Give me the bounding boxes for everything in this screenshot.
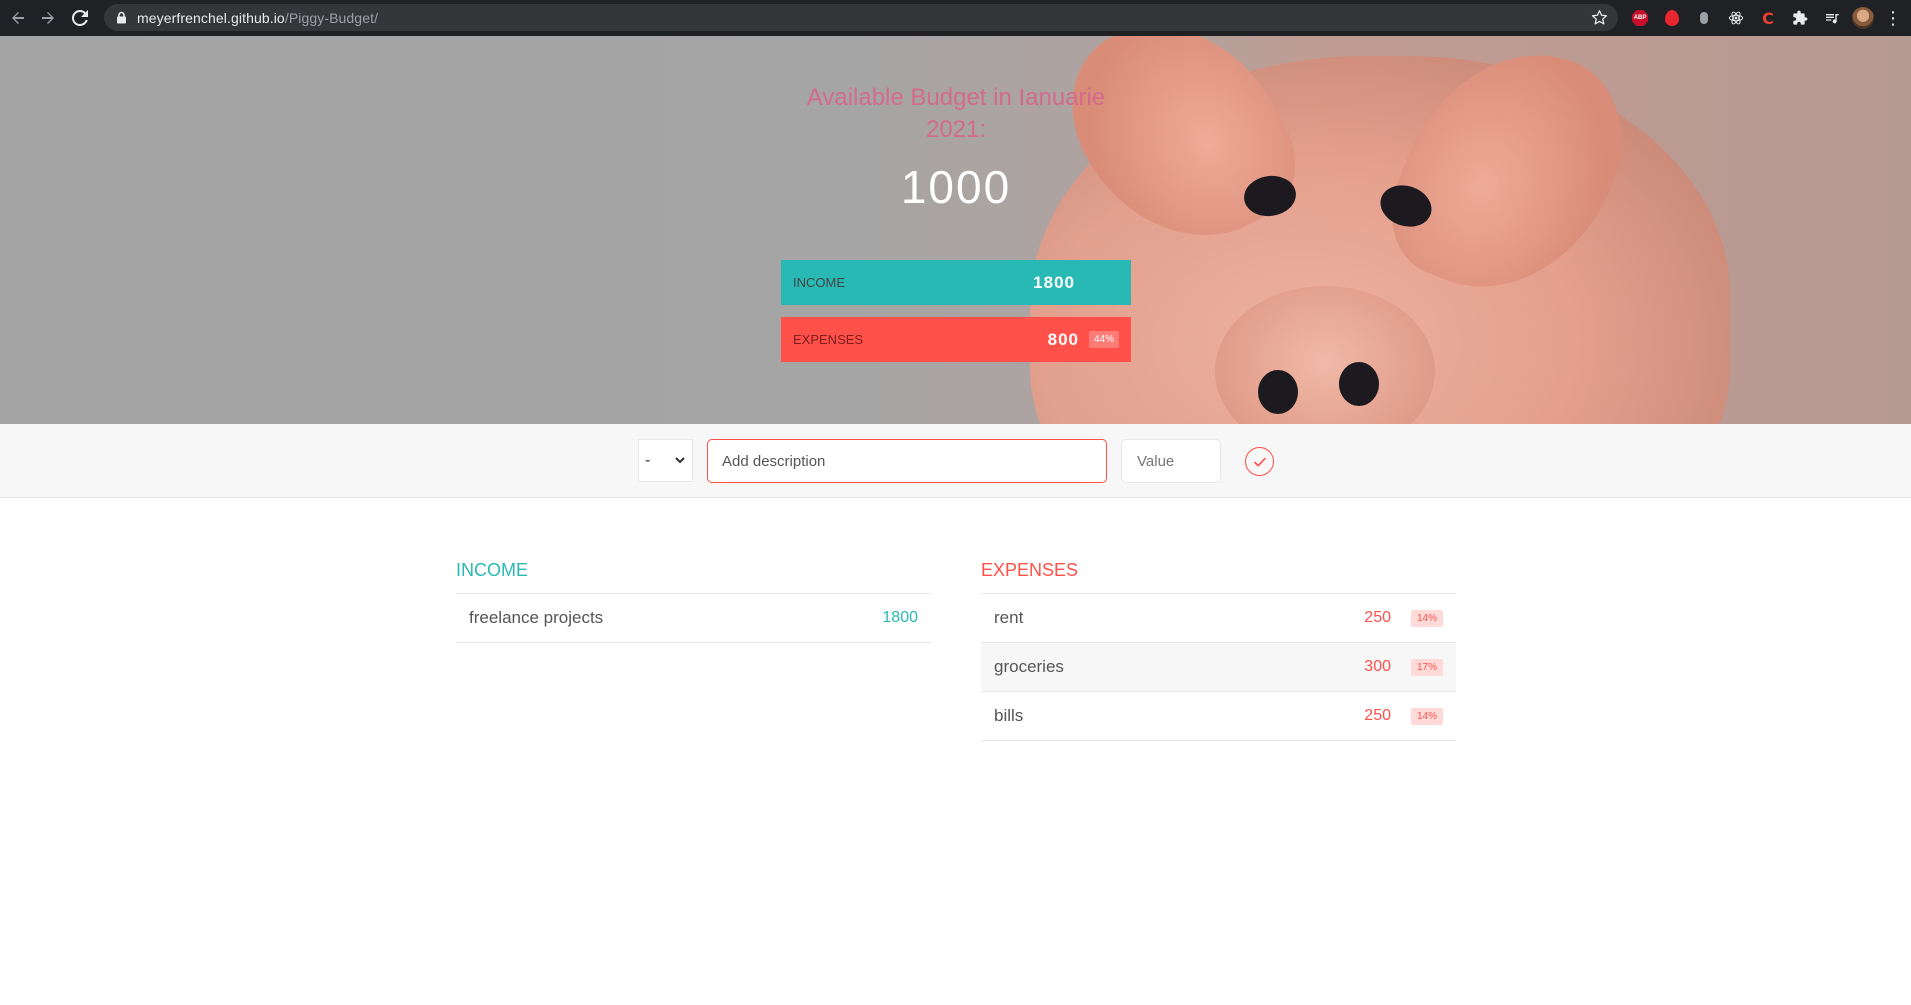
add-button[interactable] — [1245, 447, 1274, 476]
media-icon[interactable] — [1820, 6, 1844, 30]
url-host: meyerfrenchel.github.io — [137, 9, 285, 26]
available-budget: Available Budget in Ianuarie 2021: 1000 — [781, 82, 1131, 214]
income-row-value: 1800 — [882, 609, 918, 626]
expenses-percentage-badge: 44% — [1088, 331, 1119, 348]
expense-row-description: rent — [994, 608, 1024, 627]
expense-row-percentage: 14% — [1411, 609, 1443, 627]
expense-row-value: 250 — [1364, 609, 1391, 626]
expenses-list: Expenses rent 250 14% groceries 300 17% … — [981, 560, 1456, 741]
adblock-label: ABP — [1632, 10, 1648, 26]
checkmark-icon — [1253, 457, 1266, 466]
expense-row-description: bills — [994, 706, 1024, 725]
expenses-summary-value: 800 — [1047, 329, 1079, 349]
expenses-rows: rent 250 14% groceries 300 17% bills 250… — [981, 593, 1456, 741]
income-list: Income freelance projects 1800 — [456, 560, 931, 643]
expense-row-description: groceries — [994, 657, 1064, 676]
expense-row[interactable]: bills 250 14% — [981, 692, 1456, 741]
income-summary-value: 1800 — [1033, 272, 1075, 292]
reload-icon[interactable] — [69, 7, 91, 29]
pig-nostril-decoration — [1339, 362, 1379, 406]
address-bar[interactable]: meyerfrenchel.github.io/Piggy-Budget/ — [104, 4, 1618, 31]
expense-row-percentage: 14% — [1411, 707, 1443, 725]
budget-hero: Available Budget in Ianuarie 2021: 1000 … — [0, 36, 1911, 424]
avatar[interactable] — [1852, 7, 1874, 29]
expense-row-percentage: 17% — [1411, 658, 1443, 676]
url-path: /Piggy-Budget/ — [284, 9, 379, 26]
income-summary: Income 1800 — [781, 260, 1131, 305]
expense-row[interactable]: groceries 300 17% — [981, 643, 1456, 692]
kebab-menu-icon[interactable]: ⋮ — [1884, 9, 1902, 27]
puzzle-icon[interactable] — [1788, 6, 1812, 30]
expenses-summary: Expenses 800 44% — [781, 317, 1131, 362]
url-text: meyerfrenchel.github.io/Piggy-Budget/ — [137, 10, 378, 26]
income-list-title: Income — [456, 560, 528, 580]
type-select-value: - — [645, 451, 651, 469]
income-rows: freelance projects 1800 — [456, 593, 931, 643]
type-select[interactable]: - — [638, 439, 693, 482]
extension-c-label: C — [1762, 8, 1774, 28]
pig-nostril-decoration — [1258, 370, 1298, 414]
forward-icon[interactable] — [37, 7, 59, 29]
extension-icon[interactable]: C — [1756, 6, 1780, 30]
react-icon[interactable] — [1724, 6, 1748, 30]
expense-row[interactable]: rent 250 14% — [981, 594, 1456, 643]
expenses-list-title: Expenses — [981, 560, 1079, 580]
adblock-icon[interactable]: ABP — [1628, 6, 1652, 30]
description-input[interactable] — [707, 439, 1107, 483]
star-icon[interactable] — [1591, 9, 1608, 26]
value-input[interactable] — [1121, 439, 1221, 483]
income-row[interactable]: freelance projects 1800 — [456, 594, 931, 643]
extensions-bar: ABP C ⋮ — [1628, 6, 1902, 30]
extension-icon[interactable] — [1692, 6, 1716, 30]
browser-toolbar: meyerfrenchel.github.io/Piggy-Budget/ AB… — [0, 0, 1911, 36]
income-row-description: freelance projects — [469, 608, 604, 627]
expense-row-value: 250 — [1364, 707, 1391, 724]
budget-value: 1000 — [900, 161, 1012, 213]
chevron-down-icon — [674, 453, 686, 465]
expense-row-value: 300 — [1364, 658, 1391, 675]
budget-title: Available Budget in Ianuarie 2021: — [806, 84, 1106, 143]
extension-icon[interactable] — [1660, 6, 1684, 30]
back-icon[interactable] — [7, 7, 29, 29]
income-summary-label: Income — [793, 275, 845, 290]
add-entry-bar: - — [0, 424, 1911, 498]
expenses-summary-label: Expenses — [793, 332, 864, 347]
lock-icon — [116, 11, 127, 24]
